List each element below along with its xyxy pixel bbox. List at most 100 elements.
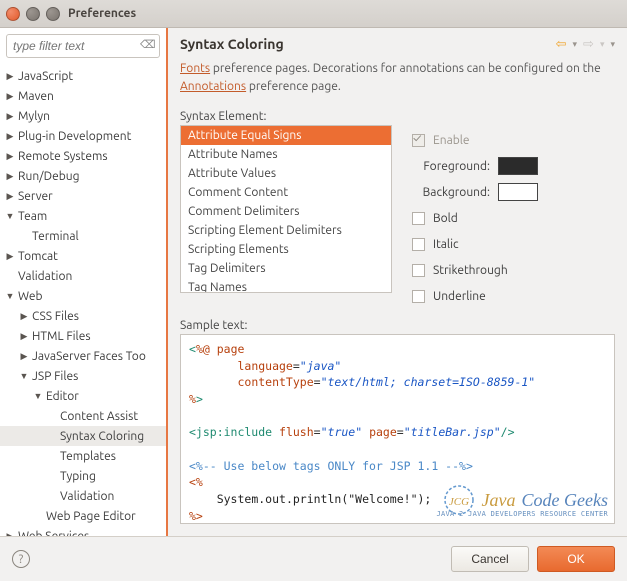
annotations-link[interactable]: Annotations	[180, 80, 246, 93]
background-swatch[interactable]	[498, 183, 538, 201]
tree-item-label: Mylyn	[18, 110, 50, 123]
tree-item-label: HTML Files	[32, 330, 91, 343]
tree-item[interactable]: ▶JavaServer Faces Too	[0, 346, 166, 366]
chevron-right-icon[interactable]: ▶	[4, 111, 16, 122]
view-menu-icon[interactable]: ▾	[610, 39, 615, 50]
back-menu-icon[interactable]: ▾	[573, 39, 578, 50]
help-icon[interactable]: ?	[12, 550, 30, 568]
fonts-link[interactable]: Fonts	[180, 62, 210, 75]
forward-icon[interactable]: ⇨	[583, 37, 594, 52]
tree-item[interactable]: ▼Team	[0, 206, 166, 226]
dialog-footer: ? Cancel OK	[0, 536, 627, 581]
chevron-down-icon[interactable]: ▼	[18, 371, 30, 381]
tree-item[interactable]: ▶Validation	[0, 266, 166, 286]
tree-item[interactable]: ▼Editor	[0, 386, 166, 406]
tree-item[interactable]: ▶CSS Files	[0, 306, 166, 326]
strikethrough-checkbox[interactable]	[412, 264, 425, 277]
style-properties: Enable Foreground: Background: Bold Ital…	[412, 125, 615, 309]
chevron-right-icon[interactable]: ▶	[4, 251, 16, 262]
forward-menu-icon[interactable]: ▾	[600, 39, 605, 50]
tree-item-label: Content Assist	[60, 410, 138, 423]
tree-item-label: CSS Files	[32, 310, 79, 323]
syntax-item[interactable]: Scripting Element Delimiters	[181, 221, 391, 240]
tree-item[interactable]: ▶Maven	[0, 86, 166, 106]
tree-item-label: Web Page Editor	[46, 510, 136, 523]
tree-item[interactable]: ▶Typing	[0, 466, 166, 486]
tree-item-label: Validation	[18, 270, 72, 283]
syntax-item[interactable]: Attribute Names	[181, 145, 391, 164]
ok-button[interactable]: OK	[537, 546, 615, 572]
syntax-item[interactable]: Attribute Values	[181, 164, 391, 183]
tree-item[interactable]: ▶Mylyn	[0, 106, 166, 126]
sample-text-area[interactable]: <%@ page language="java" contentType="te…	[180, 334, 615, 524]
syntax-item[interactable]: Scripting Elements	[181, 240, 391, 259]
tree-item-label: JavaScript	[18, 70, 73, 83]
tree-item[interactable]: ▶Server	[0, 186, 166, 206]
maximize-icon[interactable]	[46, 7, 60, 21]
tree-item-label: Tomcat	[18, 250, 58, 263]
tree-item[interactable]: ▶Content Assist	[0, 406, 166, 426]
page-title: Syntax Coloring	[180, 36, 284, 52]
tree-item[interactable]: ▶Web Services	[0, 526, 166, 536]
tree-item-label: Editor	[46, 390, 79, 403]
sample-text-label: Sample text:	[180, 319, 615, 332]
enable-label: Enable	[433, 134, 470, 147]
chevron-right-icon[interactable]: ▶	[18, 331, 30, 342]
tree-item-label: Team	[18, 210, 47, 223]
chevron-right-icon[interactable]: ▶	[4, 71, 16, 82]
tree-item[interactable]: ▶Syntax Coloring	[0, 426, 166, 446]
chevron-right-icon[interactable]: ▶	[18, 351, 30, 362]
tree-item-label: Web	[18, 290, 43, 303]
foreground-swatch[interactable]	[498, 157, 538, 175]
preference-tree[interactable]: ▶JavaScript▶Maven▶Mylyn▶Plug-in Developm…	[0, 64, 166, 536]
tree-item-label: Syntax Coloring	[60, 430, 144, 443]
chevron-right-icon[interactable]: ▶	[4, 191, 16, 202]
chevron-right-icon[interactable]: ▶	[4, 531, 16, 537]
chevron-down-icon[interactable]: ▼	[32, 391, 44, 401]
tree-item[interactable]: ▶Run/Debug	[0, 166, 166, 186]
tree-item[interactable]: ▶Remote Systems	[0, 146, 166, 166]
chevron-right-icon[interactable]: ▶	[18, 311, 30, 322]
syntax-item[interactable]: Attribute Equal Signs	[181, 126, 391, 145]
tree-item[interactable]: ▼Web	[0, 286, 166, 306]
tree-item[interactable]: ▼JSP Files	[0, 366, 166, 386]
tree-item[interactable]: ▶Templates	[0, 446, 166, 466]
tree-item[interactable]: ▶Validation	[0, 486, 166, 506]
syntax-item[interactable]: Tag Names	[181, 278, 391, 293]
strikethrough-label: Strikethrough	[433, 264, 508, 277]
chevron-right-icon[interactable]: ▶	[4, 91, 16, 102]
tree-item[interactable]: ▶Terminal	[0, 226, 166, 246]
filter-input[interactable]	[6, 34, 160, 58]
cancel-button[interactable]: Cancel	[451, 546, 529, 572]
tree-item-label: Server	[18, 190, 53, 203]
underline-checkbox[interactable]	[412, 290, 425, 303]
tree-item-label: Maven	[18, 90, 54, 103]
toolbar-nav: ⇦ ▾ ⇨ ▾ ▾	[556, 37, 615, 52]
back-icon[interactable]: ⇦	[556, 37, 567, 52]
tree-item[interactable]: ▶JavaScript	[0, 66, 166, 86]
chevron-right-icon[interactable]: ▶	[4, 171, 16, 182]
svg-text:JCG: JCG	[448, 496, 468, 508]
close-icon[interactable]	[6, 7, 20, 21]
clear-filter-icon[interactable]: ⌫	[140, 38, 154, 52]
chevron-right-icon[interactable]: ▶	[4, 151, 16, 162]
syntax-item[interactable]: Comment Content	[181, 183, 391, 202]
minimize-icon[interactable]	[26, 7, 40, 21]
syntax-element-list[interactable]: Attribute Equal SignsAttribute NamesAttr…	[180, 125, 392, 293]
syntax-element-label: Syntax Element:	[180, 110, 615, 123]
tree-item[interactable]: ▶Tomcat	[0, 246, 166, 266]
tree-item[interactable]: ▶Plug-in Development	[0, 126, 166, 146]
bold-checkbox[interactable]	[412, 212, 425, 225]
tree-item-label: Remote Systems	[18, 150, 108, 163]
syntax-item[interactable]: Tag Delimiters	[181, 259, 391, 278]
chevron-right-icon[interactable]: ▶	[4, 131, 16, 142]
foreground-label: Foreground:	[412, 160, 490, 173]
chevron-down-icon[interactable]: ▼	[4, 211, 16, 221]
bold-label: Bold	[433, 212, 458, 225]
tree-item[interactable]: ▶Web Page Editor	[0, 506, 166, 526]
tree-item-label: Plug-in Development	[18, 130, 131, 143]
italic-checkbox[interactable]	[412, 238, 425, 251]
tree-item[interactable]: ▶HTML Files	[0, 326, 166, 346]
syntax-item[interactable]: Comment Delimiters	[181, 202, 391, 221]
chevron-down-icon[interactable]: ▼	[4, 291, 16, 301]
